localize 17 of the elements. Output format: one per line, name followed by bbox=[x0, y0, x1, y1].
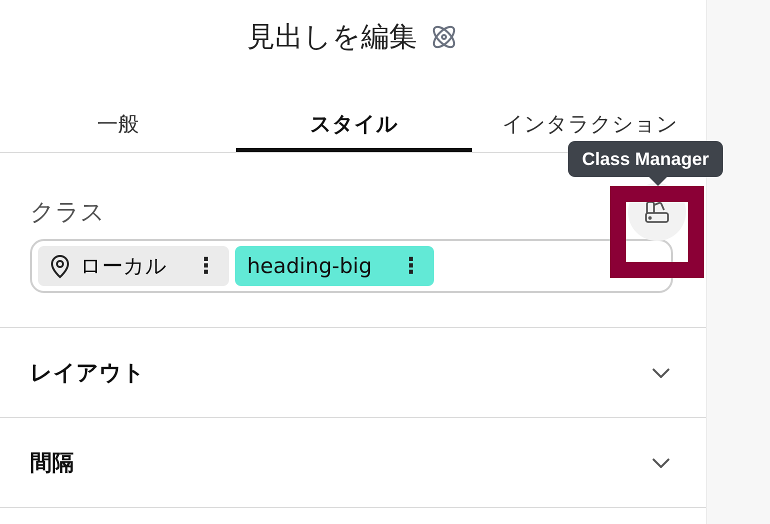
section-title: レイアウト bbox=[30, 360, 145, 388]
section-title: 間隔 bbox=[30, 450, 74, 478]
field-label: クラス bbox=[30, 197, 105, 228]
chip-label: ローカル bbox=[80, 253, 167, 280]
tooltip-arrow bbox=[649, 177, 667, 186]
location-pin-icon bbox=[50, 253, 70, 279]
class-chip[interactable]: heading-big ⋮ bbox=[235, 246, 434, 286]
tab[interactable]: スタイル bbox=[236, 100, 472, 152]
tab[interactable]: 一般 bbox=[0, 100, 236, 152]
chip-menu-button[interactable]: ⋮ bbox=[396, 254, 426, 278]
chip-menu-button[interactable]: ⋮ bbox=[191, 254, 221, 278]
class-chip[interactable]: ローカル ⋮ bbox=[38, 246, 229, 286]
chip-label: heading-big bbox=[247, 254, 372, 278]
panel-title: 見出しを編集 bbox=[247, 19, 417, 55]
class-selector-field[interactable]: ローカル ⋮ heading-big ⋮ bbox=[30, 239, 673, 293]
swatch-icon bbox=[644, 200, 670, 224]
tooltip: Class Manager bbox=[568, 141, 724, 177]
